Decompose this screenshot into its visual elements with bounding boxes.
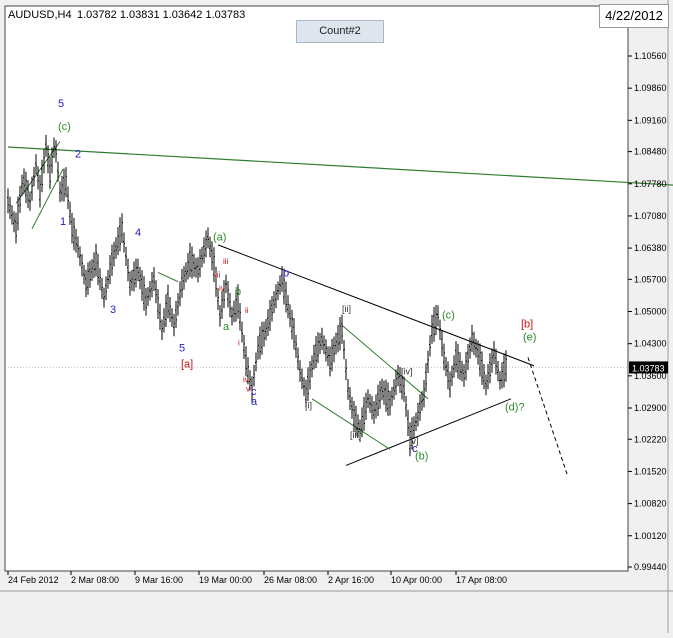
- wave-label: 3: [110, 304, 116, 316]
- wave-label: (c): [58, 121, 71, 133]
- wave-label: [i]: [305, 400, 312, 410]
- y-tick-label: 1.10560: [634, 51, 667, 61]
- x-tick-label: 2 Mar 08:00: [71, 575, 119, 585]
- price-axis: 1.10560 1.09860 1.09160 1.08480 1.07780 1.070…: [628, 51, 668, 572]
- x-tick-label: 9 Mar 16:00: [135, 575, 183, 585]
- y-tick-label: 1.05000: [634, 307, 667, 317]
- x-tick-label: 26 Mar 08:00: [264, 575, 317, 585]
- chart-title: AUDUSD,H4: [8, 9, 72, 21]
- wave-label: ii: [245, 306, 249, 315]
- y-tick-label: 1.05700: [634, 274, 667, 284]
- y-tick-label: 1.00820: [634, 499, 667, 509]
- ohlc-values: 1.03782 1.03831 1.03642 1.03783: [77, 9, 245, 21]
- y-tick-label: 1.01520: [634, 466, 667, 476]
- current-price-label: 1.03783: [632, 363, 665, 373]
- wave-label: [b]: [521, 319, 533, 331]
- x-tick-label: 10 Apr 00:00: [391, 575, 442, 585]
- wave-label: 5: [58, 98, 64, 110]
- wave-label: iv: [219, 284, 225, 293]
- wave-label: b: [283, 268, 289, 280]
- y-tick-label: 0.99440: [634, 562, 667, 572]
- y-tick-label: 1.07080: [634, 211, 667, 221]
- wave-label: [iii]: [350, 430, 361, 440]
- y-tick-label: 1.08480: [634, 147, 667, 157]
- x-tick-label: 2 Apr 16:00: [328, 575, 374, 585]
- wave-label: a: [223, 321, 230, 333]
- wave-label: 1: [60, 216, 66, 228]
- price-chart[interactable]: 5(c)21435[a](a)iiiiiiiv baiiiivv cab[ii][i…: [0, 0, 673, 633]
- time-axis: 24 Feb 2012 2 Mar 08:00 9 Mar 16:00 19 Mar …: [7, 571, 507, 585]
- y-tick-label: 1.09160: [634, 115, 667, 125]
- wave-label: [a]: [181, 359, 193, 371]
- wave-label: 5: [179, 342, 185, 354]
- wave-label: i: [238, 339, 240, 348]
- y-tick-label: 1.00120: [634, 531, 667, 541]
- y-tick-label: 1.06380: [634, 243, 667, 253]
- wave-label: (b): [415, 450, 428, 462]
- y-tick-label: 1.09860: [634, 83, 667, 93]
- wave-label: 4: [135, 227, 141, 239]
- y-tick-label: 1.02220: [634, 434, 667, 444]
- x-tick-label: 19 Mar 00:00: [199, 575, 252, 585]
- x-tick-label: 17 Apr 08:00: [456, 575, 507, 585]
- wave-label: iv: [243, 375, 249, 384]
- chart-window: 5 (c) 2 1 4 3 5 [a] (a) iii iii iv b a ii i iv v c a b [ii] [i…: [0, 0, 673, 633]
- wave-label: a: [251, 396, 258, 408]
- wave-label: iii: [223, 257, 229, 266]
- wave-label: (e): [523, 331, 536, 343]
- wave-label: b: [235, 286, 241, 298]
- wave-label: (c): [442, 309, 455, 321]
- y-tick-label: 1.07780: [634, 179, 667, 189]
- plot-area: [4, 5, 629, 572]
- wave-label: v: [246, 384, 250, 393]
- date-badge: 4/22/2012: [599, 4, 669, 28]
- wave-label: (a): [213, 231, 226, 243]
- wave-label: [ii]: [342, 304, 351, 314]
- y-tick-label: 1.02900: [634, 403, 667, 413]
- wave-label: 2: [75, 149, 81, 161]
- wave-label: iii: [215, 270, 221, 279]
- wave-label: (d)?: [505, 401, 525, 413]
- y-tick-label: 1.04300: [634, 339, 667, 349]
- x-tick-label: 24 Feb 2012: [8, 575, 59, 585]
- count-label-box[interactable]: Count#2: [296, 20, 384, 43]
- wave-label: [iv]: [401, 366, 413, 376]
